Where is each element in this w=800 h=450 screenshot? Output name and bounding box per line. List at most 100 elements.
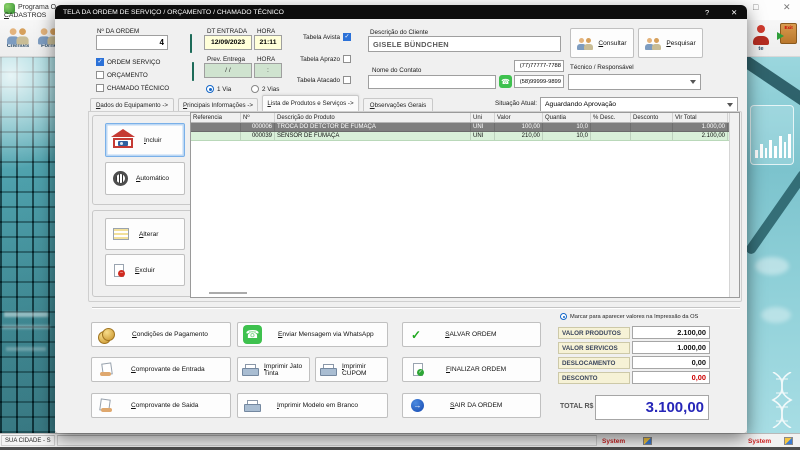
toolbar-button-exit[interactable]: Exit <box>776 23 799 56</box>
finalizar-ordem-button[interactable]: ✓ FINALIZAR ORDEM <box>402 357 541 382</box>
radio-icon[interactable] <box>251 85 259 93</box>
deslocamento-value[interactable]: 0,00 <box>632 356 710 369</box>
tecnico-combobox[interactable] <box>568 74 701 90</box>
sair-ordem-button[interactable]: → SAIR DA ORDEM <box>402 393 541 418</box>
col-numero[interactable]: Nº <box>241 113 275 122</box>
calendar-icon[interactable] <box>192 62 194 81</box>
tab-observacoes-gerais[interactable]: Observações Gerais <box>363 98 433 111</box>
col-vlr-total[interactable]: Vlr Total <box>673 113 728 122</box>
tab-lista-produtos-servicos[interactable]: Lista de Produtos e Serviços -> <box>262 95 359 111</box>
cliente-input[interactable]: GISELE BÜNDCHEN <box>368 36 561 52</box>
hora-prev-input[interactable]: : <box>254 63 282 78</box>
tab-label: Observações Gerais <box>369 101 427 109</box>
checkbox-icon[interactable]: ✓ <box>96 84 104 92</box>
hora-entrada-input[interactable]: 21:11 <box>254 35 282 50</box>
checkbox-checked-icon[interactable]: ✓ <box>343 33 351 41</box>
situacao-combobox[interactable]: Aguardando Aprovação <box>540 97 738 112</box>
col-desc-pct[interactable]: % Desc. <box>591 113 631 122</box>
valor-produtos-amount: 2.100,00 <box>677 328 706 337</box>
table-vertical-scrollbar[interactable] <box>729 113 739 297</box>
col-valor[interactable]: Valor <box>495 113 543 122</box>
whatsapp-small-icon[interactable]: ☎ <box>499 75 512 88</box>
col-descricao[interactable]: Descrição do Produto <box>275 113 471 122</box>
check-tabela-atacado[interactable]: Tabela Atacado ✓ <box>279 76 351 84</box>
checkbox-icon[interactable]: ✓ <box>343 55 351 63</box>
cell-vlr-total: 2.100,00 <box>673 132 728 140</box>
check-ordem-servico[interactable]: ✓ ORDEM SERVIÇO <box>96 58 160 66</box>
imprimir-modelo-branco-button[interactable]: Imprimir Modelo em Branco <box>237 393 388 418</box>
checkbox-checked-icon[interactable]: ✓ <box>96 58 104 66</box>
parent-close-button[interactable]: ✕ <box>783 2 791 13</box>
cliente-label: Descrição do Cliente <box>370 29 429 36</box>
contato-input[interactable] <box>368 75 496 89</box>
checkbox-icon[interactable]: ✓ <box>343 76 351 84</box>
printer-icon <box>242 363 259 376</box>
dialog-titlebar[interactable]: TELA DA ORDEM DE SERVIÇO / ORÇAMENTO / C… <box>55 5 747 19</box>
calendar-icon[interactable] <box>190 34 192 53</box>
check-tabela-avista[interactable]: Tabela Avista ✓ <box>279 33 351 41</box>
tab-label: Lista de Produtos e Serviços -> <box>267 100 354 107</box>
check-tabela-aprazo[interactable]: Tabela Aprazo ✓ <box>279 55 351 63</box>
dialog-close-button[interactable]: ✕ <box>731 8 737 17</box>
check-orcamento-label: ORÇAMENTO <box>107 71 148 79</box>
statusbar-city-text: SUA CIDADE - S <box>5 437 51 444</box>
radio-1-via[interactable]: 1 Via <box>206 85 231 93</box>
hora-entrada-value: 21:11 <box>259 39 277 46</box>
background-blob <box>761 307 791 323</box>
col-referencia[interactable]: Referencia <box>191 113 241 122</box>
alterar-sheet-icon <box>113 228 129 240</box>
toolbar-button-clientes[interactable]: Clientes <box>2 22 34 55</box>
order-number-value: 4 <box>159 38 164 47</box>
prev-entrega-input[interactable]: / / <box>204 63 252 78</box>
cell-desconto <box>631 123 673 131</box>
comprovante-entrada-button[interactable]: Comprovante de Entrada <box>91 357 231 382</box>
order-number-input[interactable]: 4 <box>96 35 168 50</box>
tab-dados-equipamento[interactable]: Dados do Equipamento -> <box>90 98 174 111</box>
col-desconto[interactable]: Desconto <box>631 113 673 122</box>
incluir-button[interactable]: Incluir <box>105 123 185 157</box>
check-chamado-tecnico[interactable]: ✓ CHAMADO TÉCNICO <box>96 84 169 92</box>
table-row-selected[interactable]: 000006 TROCA DO DETCTOR DE FUMAÇA UNI 10… <box>191 123 739 132</box>
radio-selected-icon[interactable] <box>206 85 214 93</box>
dt-entrada-input[interactable]: 12/09/2023 <box>204 35 252 50</box>
exit-arrow-icon: → <box>411 399 424 412</box>
excluir-label: Excluir <box>135 266 155 274</box>
radio-2-vias[interactable]: 2 Vias <box>251 85 279 93</box>
parent-maximize-button[interactable]: □ <box>753 2 758 12</box>
condicoes-pagamento-button[interactable]: Condições de Pagamento <box>91 322 231 347</box>
phone2-field[interactable]: (58)99999-9899 <box>514 75 564 88</box>
imprimir-cupom-button[interactable]: Imprimir CUPOM <box>315 357 388 382</box>
table-horizontal-scrollbar-thumb[interactable] <box>209 292 247 294</box>
tab-principais-informacoes[interactable]: Principais Informações -> <box>178 98 258 111</box>
salvar-ordem-button[interactable]: ✓ SALVAR ORDEM <box>402 322 541 347</box>
menu-cadastros[interactable]: CADASTROS <box>4 12 46 19</box>
automatico-button[interactable]: Automático <box>105 162 185 195</box>
comp-saida-label: Comprovante de Saida <box>131 402 199 409</box>
jato-label: Imprimir Jato Tinta <box>264 362 303 377</box>
exit-sign-label: Exit <box>784 25 793 30</box>
checkbox-icon[interactable]: ✓ <box>96 71 104 79</box>
excluir-button[interactable]: – Excluir <box>105 254 185 286</box>
print-values-radio[interactable]: Marcar para aparecer valores na Impressã… <box>560 313 698 320</box>
comprovante-saida-button[interactable]: Comprovante de Saida <box>91 393 231 418</box>
pesquisar-button[interactable]: Pesquisar <box>638 28 703 58</box>
check-orcamento[interactable]: ✓ ORÇAMENTO <box>96 71 148 79</box>
toolbar-button-suporte[interactable]: te <box>747 22 775 55</box>
imprimir-jato-tinta-button[interactable]: Imprimir Jato Tinta <box>237 357 310 382</box>
dialog-help-button[interactable]: ? <box>705 8 709 17</box>
background-chart-bars <box>755 132 791 158</box>
alterar-button[interactable]: Alterar <box>105 218 185 250</box>
whatsapp-button[interactable]: ☎ Enviar Mensagem via WhatsApp <box>237 322 388 347</box>
salvar-label: SALVAR ORDEM <box>445 331 497 338</box>
cell-uni: UNI <box>471 123 495 131</box>
col-uni[interactable]: Uni <box>471 113 495 122</box>
col-quantia[interactable]: Quantia <box>543 113 591 122</box>
prev-entrega-label: Prev. Entrega <box>207 56 246 63</box>
table-row[interactable]: 000039 SENSOR DE FUMAÇA UNI 210,00 10,0 … <box>191 132 739 141</box>
radio-2-vias-label: 2 Vias <box>262 85 280 93</box>
phone1-field[interactable]: (77)77777-7788 <box>514 60 564 72</box>
desconto-value[interactable]: 0,00 <box>632 371 710 384</box>
consultar-button[interactable]: Consultar <box>570 28 634 58</box>
radio-selected-icon[interactable] <box>560 313 567 320</box>
consultar-people-icon <box>577 36 594 50</box>
